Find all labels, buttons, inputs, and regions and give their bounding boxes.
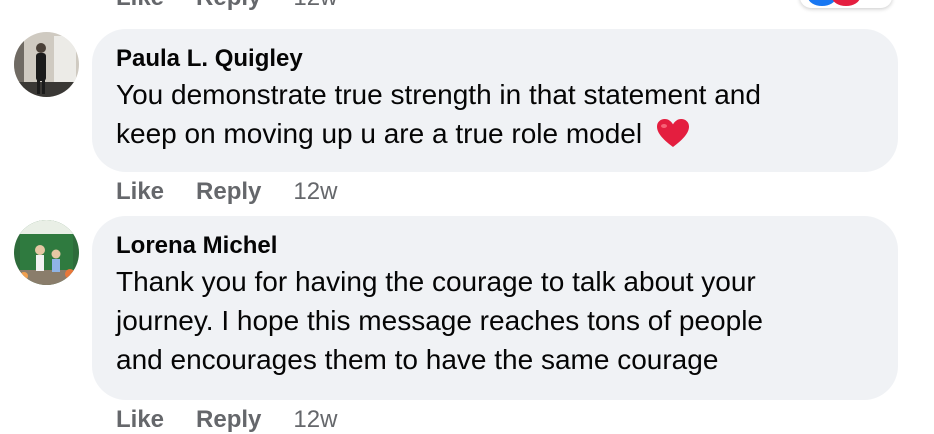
comment-timestamp[interactable]: 12w [293, 178, 337, 206]
comment-bubble: Lorena Michel Thank you for having the c… [92, 216, 898, 400]
comment-actions: Like Reply 12w [116, 178, 337, 206]
comment-bubble: Paula L. Quigley You demonstrate true st… [92, 29, 898, 172]
previous-comment-actions: Like Reply 12w [116, 0, 337, 12]
comment-author[interactable]: Paula L. Quigley [116, 43, 874, 75]
avatar[interactable] [14, 32, 79, 97]
comment-line: keep on moving up u are a true role mode… [116, 118, 643, 149]
comment-author[interactable]: Lorena Michel [116, 230, 874, 262]
like-button[interactable]: Like [116, 178, 164, 206]
like-button[interactable]: Like [116, 406, 164, 434]
love-reaction-icon [832, 0, 860, 6]
user-photo-avatar [14, 220, 79, 285]
comment-line: You demonstrate true strength in that st… [116, 79, 761, 110]
comment-line-with-emoji: keep on moving up u are a true role mode… [116, 114, 874, 158]
user-photo-avatar [14, 32, 79, 97]
like-button[interactable]: Like [116, 0, 164, 12]
heart-emoji-icon [656, 118, 690, 158]
comment-line: journey. I hope this message reaches ton… [116, 305, 763, 336]
comment-line: Thank you for having the courage to talk… [116, 266, 756, 297]
reply-button[interactable]: Reply [196, 406, 261, 434]
comment-timestamp[interactable]: 12w [293, 406, 337, 434]
comment-text: Thank you for having the courage to talk… [116, 262, 874, 379]
comment-text: You demonstrate true strength in that st… [116, 75, 874, 158]
reply-button[interactable]: Reply [196, 178, 261, 206]
reply-button[interactable]: Reply [196, 0, 261, 12]
like-reaction-icon [808, 0, 836, 6]
comment-timestamp[interactable]: 12w [293, 0, 337, 12]
reaction-count-pill[interactable] [800, 0, 892, 8]
comment-actions: Like Reply 12w [116, 406, 337, 434]
comment-line: and encourages them to have the same cou… [116, 344, 719, 375]
avatar[interactable] [14, 220, 79, 285]
